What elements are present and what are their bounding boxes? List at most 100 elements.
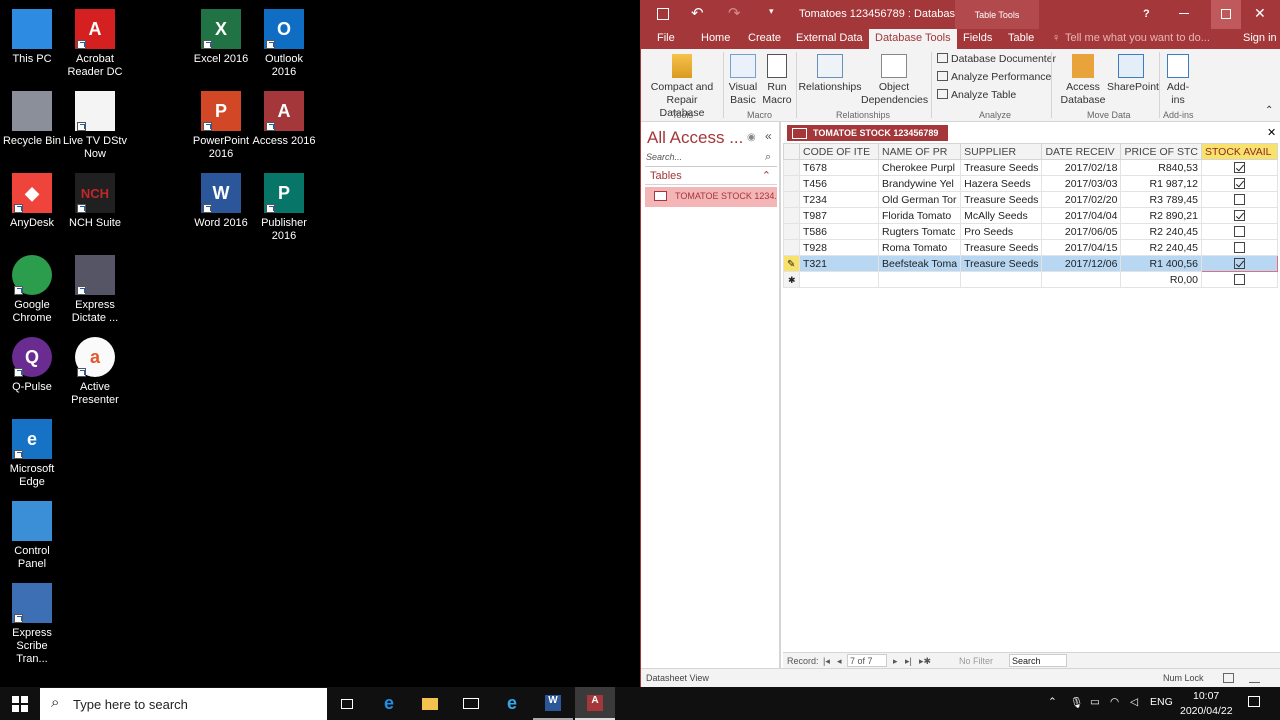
save-icon[interactable] xyxy=(657,8,669,20)
access-database-button[interactable]: Access Database xyxy=(1055,52,1111,107)
task-view-button[interactable] xyxy=(327,687,367,720)
cell-code[interactable]: T456 xyxy=(799,175,879,192)
nav-section-tables[interactable]: Tables ⌃ xyxy=(645,169,777,185)
no-filter-button[interactable]: No Filter xyxy=(959,656,993,666)
nav-search-input[interactable]: Search... xyxy=(645,152,777,167)
close-document-icon[interactable]: ✕ xyxy=(1267,126,1276,139)
desktop-icon-live-tv-dstv-now[interactable]: Live TV DStv Now xyxy=(63,87,127,161)
cell-date[interactable]: 2017/02/18 xyxy=(1041,159,1122,176)
stock-available-checkbox[interactable] xyxy=(1233,226,1245,238)
battery-icon[interactable]: ▭ xyxy=(1090,696,1100,708)
desktop-icon-active-presenter[interactable]: a Active Presenter xyxy=(63,333,127,407)
desktop-icon-control-panel[interactable]: Control Panel xyxy=(0,497,64,571)
empty-cell[interactable] xyxy=(877,271,962,288)
cell-name[interactable]: Cherokee Purpl xyxy=(877,159,962,176)
cell-stock-avail[interactable] xyxy=(1200,255,1278,272)
table-row[interactable]: T928 Roma Tomato Treasure Seeds 2017/04/15 R… xyxy=(783,239,1278,256)
analyze-performance-button[interactable]: Analyze Performance xyxy=(937,71,1051,83)
cell-stock-avail[interactable] xyxy=(1200,207,1278,224)
row-selector[interactable] xyxy=(783,175,800,192)
table-row[interactable]: T678 Cherokee Purpl Treasure Seeds 2017/02/… xyxy=(783,159,1278,176)
empty-cell[interactable] xyxy=(1041,271,1122,288)
cell-name[interactable]: Beefsteak Toma xyxy=(877,255,962,272)
sharepoint-button[interactable]: SharePoint xyxy=(1107,52,1159,94)
tab-fields[interactable]: Fields xyxy=(963,32,992,44)
cell-supplier[interactable]: Treasure Seeds xyxy=(960,191,1043,208)
column-header-code[interactable]: CODE OF ITE xyxy=(799,143,879,160)
prev-record-button[interactable]: ◂ xyxy=(837,656,842,667)
cell-name[interactable]: Rugters Tomatc xyxy=(877,223,962,240)
desktop-icon-outlook-2016[interactable]: O Outlook 2016 xyxy=(252,5,316,79)
object-dependencies-button[interactable]: Object Dependencies xyxy=(861,52,928,107)
qat-customize-icon[interactable]: ▾ xyxy=(769,6,774,17)
stock-available-checkbox[interactable] xyxy=(1233,258,1245,270)
cell-code[interactable]: T234 xyxy=(799,191,879,208)
column-header-stock-avail[interactable]: STOCK AVAIL xyxy=(1200,143,1278,160)
stock-available-checkbox[interactable] xyxy=(1233,210,1245,222)
sign-in-link[interactable]: Sign in xyxy=(1243,32,1277,44)
new-record-row[interactable]: ✱ R0,00 xyxy=(783,271,1278,288)
clock-date[interactable]: 2020/04/22 xyxy=(1180,705,1233,717)
cell-code[interactable]: T928 xyxy=(799,239,879,256)
tell-me-input[interactable]: Tell me what you want to do... xyxy=(1065,32,1210,44)
nav-dropdown-icon[interactable]: ◉ xyxy=(747,132,756,143)
cell-date[interactable]: 2017/12/06 xyxy=(1041,255,1122,272)
cell-name[interactable]: Roma Tomato xyxy=(877,239,962,256)
nav-title[interactable]: All Access ... xyxy=(647,128,743,148)
volume-icon[interactable]: ◁ xyxy=(1130,696,1138,708)
taskbar-file-explorer[interactable] xyxy=(410,687,450,720)
last-record-button[interactable]: ▸| xyxy=(905,656,912,667)
stock-available-checkbox[interactable] xyxy=(1233,162,1245,174)
cell-stock-avail[interactable] xyxy=(1200,159,1278,176)
desktop-icon-q-pulse[interactable]: Q Q-Pulse xyxy=(0,333,64,394)
table-row[interactable]: T234 Old German Tor Treasure Seeds 2017/02/… xyxy=(783,191,1278,208)
collapse-ribbon-icon[interactable]: ⌃ xyxy=(1265,105,1273,116)
cell-price[interactable]: R840,53 xyxy=(1120,159,1202,176)
desktop-icon-access-2016[interactable]: A Access 2016 xyxy=(252,87,316,148)
cell-code[interactable]: T987 xyxy=(799,207,879,224)
next-record-button[interactable]: ▸ xyxy=(893,656,898,667)
cell-supplier[interactable]: Pro Seeds xyxy=(960,223,1043,240)
nav-collapse-icon[interactable]: « xyxy=(765,129,772,143)
cell-price[interactable]: R2 240,45 xyxy=(1120,239,1202,256)
table-row[interactable]: T987 Florida Tomato McAlly Seeds 2017/04/04… xyxy=(783,207,1278,224)
stock-available-checkbox[interactable] xyxy=(1233,274,1245,286)
cell-supplier[interactable]: Hazera Seeds xyxy=(960,175,1043,192)
cell-stock-avail[interactable] xyxy=(1200,175,1278,192)
taskbar-internet-explorer[interactable]: e xyxy=(492,687,532,720)
minimize-button[interactable] xyxy=(1179,13,1189,14)
desktop-icon-express-scribe-tran[interactable]: Express Scribe Tran... xyxy=(0,579,64,666)
taskbar-mail[interactable] xyxy=(451,687,491,720)
stock-available-checkbox[interactable] xyxy=(1233,178,1245,190)
desktop-icon-acrobat-reader-dc[interactable]: A Acrobat Reader DC xyxy=(63,5,127,79)
desktop-icon-express-dictate[interactable]: Express Dictate ... xyxy=(63,251,127,325)
column-header-supplier[interactable]: SUPPLIER xyxy=(960,143,1043,160)
tab-table[interactable]: Table xyxy=(1008,32,1034,44)
column-header-name[interactable]: NAME OF PR xyxy=(877,143,962,160)
desktop-icon-google-chrome[interactable]: Google Chrome xyxy=(0,251,64,325)
run-macro-button[interactable]: Run Macro xyxy=(760,52,794,107)
cell-stock-avail[interactable] xyxy=(1200,223,1278,240)
column-header-date[interactable]: DATE RECEIV xyxy=(1041,143,1122,160)
desktop-icon-word-2016[interactable]: W Word 2016 xyxy=(189,169,253,230)
database-documenter-button[interactable]: Database Documenter xyxy=(937,53,1056,65)
cell-supplier[interactable]: Treasure Seeds xyxy=(960,159,1043,176)
cell-code[interactable]: T321 xyxy=(799,255,879,272)
select-all-cell[interactable] xyxy=(783,143,800,160)
close-button[interactable]: ✕ xyxy=(1254,5,1266,22)
row-selector[interactable]: ✱ xyxy=(783,271,800,288)
desktop-icon-powerpoint-2016[interactable]: P PowerPoint 2016 xyxy=(189,87,253,161)
cell-date[interactable]: 2017/03/03 xyxy=(1041,175,1122,192)
maximize-button[interactable] xyxy=(1211,0,1241,29)
cell-price[interactable]: R2 890,21 xyxy=(1120,207,1202,224)
tab-file[interactable]: File xyxy=(657,32,675,44)
cell-date[interactable]: 2017/02/20 xyxy=(1041,191,1122,208)
tab-external-data[interactable]: External Data xyxy=(796,32,863,44)
document-tab[interactable]: TOMATOE STOCK 123456789 xyxy=(787,125,949,141)
table-row[interactable]: ✎ T321 Beefsteak Toma Treasure Seeds 2017/12… xyxy=(783,255,1278,272)
redo-icon[interactable]: ↷ xyxy=(728,4,741,22)
column-header-price[interactable]: PRICE OF STC xyxy=(1120,143,1202,160)
record-search-input[interactable]: Search xyxy=(1009,654,1067,667)
table-row[interactable]: T586 Rugters Tomatc Pro Seeds 2017/06/05 R2 … xyxy=(783,223,1278,240)
cell-supplier[interactable]: Treasure Seeds xyxy=(960,239,1043,256)
